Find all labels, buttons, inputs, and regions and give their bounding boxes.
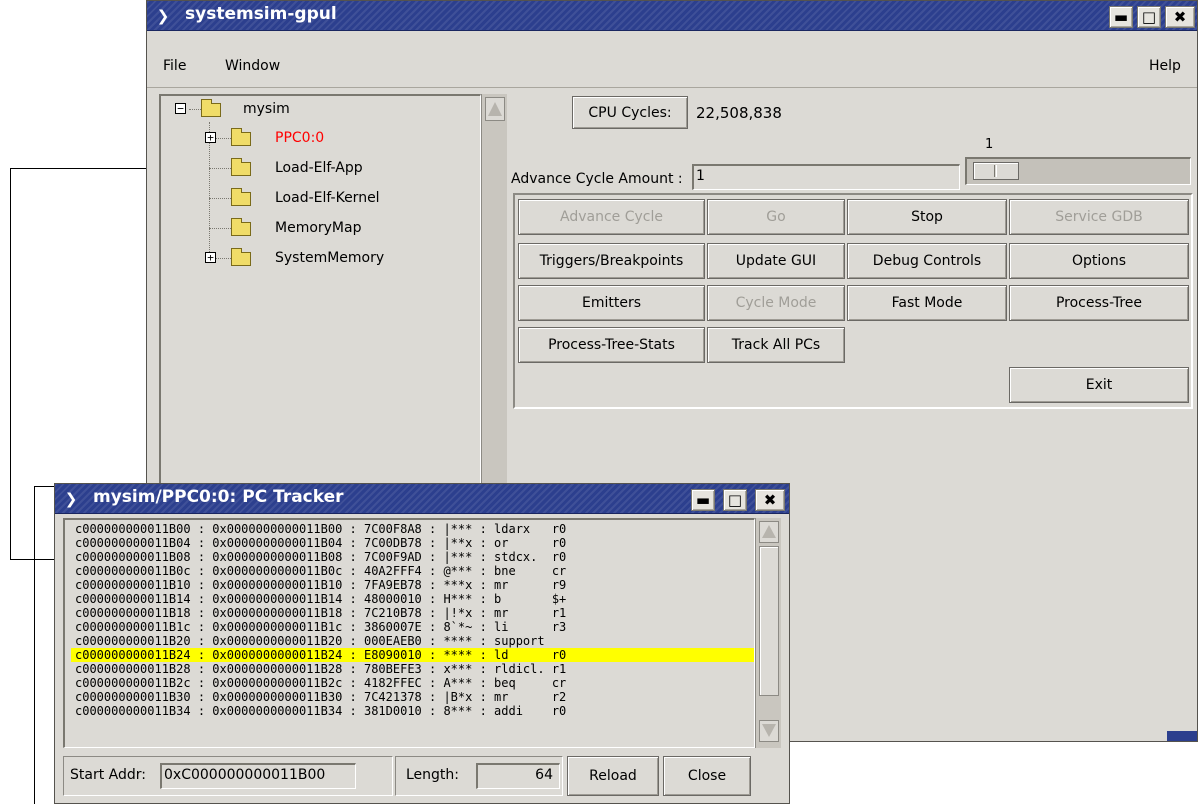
advance-cycle-button[interactable]: Advance Cycle (518, 199, 705, 235)
advance-amount-label: Advance Cycle Amount : (511, 171, 683, 187)
window-menu-icon[interactable]: ❯ (59, 487, 83, 511)
folder-icon (231, 248, 251, 266)
trace-row[interactable]: c000000000011B20 : 0x0000000000011B20 : … (71, 634, 754, 648)
trace-row[interactable]: c000000000011B08 : 0x0000000000011B08 : … (71, 550, 754, 564)
trace-row[interactable]: c000000000011B28 : 0x0000000000011B28 : … (71, 662, 754, 676)
slider-handle[interactable] (973, 162, 1019, 180)
go-button[interactable]: Go (707, 199, 845, 235)
cycle-mode-button[interactable]: Cycle Mode (707, 285, 845, 321)
tree-item-systemmemory[interactable]: SystemMemory (275, 250, 384, 266)
expand-icon[interactable]: + (205, 132, 216, 143)
folder-icon (231, 218, 251, 236)
main-window-edge (1167, 731, 1197, 741)
folder-icon (231, 188, 251, 206)
service-gdb-button[interactable]: Service GDB (1009, 199, 1189, 235)
tree-line-2 (209, 168, 231, 169)
maximize-icon[interactable]: □ (723, 489, 747, 511)
stop-button[interactable]: Stop (847, 199, 1007, 235)
tracker-titlebar[interactable]: ❯ mysim/PPC0:0: PC Tracker ▬ □ ✖ (55, 484, 789, 514)
close-button[interactable]: Close (663, 756, 751, 796)
cpu-cycles-button[interactable]: CPU Cycles: (572, 96, 688, 129)
trace-scrollbar[interactable] (755, 518, 781, 748)
connector-line-left (10, 168, 11, 560)
slider-value: 1 (985, 137, 994, 152)
exit-button[interactable]: Exit (1009, 367, 1189, 403)
start-addr-label: Start Addr: (70, 767, 146, 783)
folder-icon (201, 99, 221, 117)
bracket-line-h (34, 486, 54, 487)
main-window-title: systemsim-gpul (185, 4, 337, 24)
length-group: Length: 64 (395, 756, 563, 796)
tracker-window-title: mysim/PPC0:0: PC Tracker (93, 487, 344, 507)
process-tree-button[interactable]: Process-Tree (1009, 285, 1189, 321)
emitters-button[interactable]: Emitters (518, 285, 705, 321)
reload-button[interactable]: Reload (567, 756, 659, 796)
options-button[interactable]: Options (1009, 243, 1189, 279)
tree-item-ppc00[interactable]: PPC0:0 (275, 130, 324, 146)
cycle-slider[interactable] (965, 157, 1191, 185)
menu-window[interactable]: Window (225, 58, 280, 74)
trace-row[interactable]: c000000000011B34 : 0x0000000000011B34 : … (71, 704, 754, 718)
scroll-up-icon[interactable] (485, 97, 505, 121)
trace-row-highlighted[interactable]: c000000000011B24 : 0x0000000000011B24 : … (71, 648, 754, 662)
menu-file[interactable]: File (163, 58, 186, 74)
minimize-icon[interactable]: ▬ (691, 489, 715, 511)
connector-line-bottom (10, 559, 55, 560)
trace-row[interactable]: c000000000011B10 : 0x0000000000011B10 : … (71, 578, 754, 592)
tree-item-load-elf-kernel[interactable]: Load-Elf-Kernel (275, 190, 380, 206)
tree-line-3 (209, 198, 231, 199)
menu-help[interactable]: Help (1149, 58, 1181, 74)
trace-row[interactable]: c000000000011B2c : 0x0000000000011B2c : … (71, 676, 754, 690)
start-addr-field[interactable]: 0xC000000000011B00 (160, 763, 356, 789)
debug-controls-button[interactable]: Debug Controls (847, 243, 1007, 279)
tree-line-4 (209, 228, 231, 229)
maximize-icon[interactable]: □ (1137, 6, 1161, 28)
process-tree-stats-button[interactable]: Process-Tree-Stats (518, 327, 705, 363)
trace-row[interactable]: c000000000011B0c : 0x0000000000011B0c : … (71, 564, 754, 578)
trace-row[interactable]: c000000000011B18 : 0x0000000000011B18 : … (71, 606, 754, 620)
triggers-breakpoints-button[interactable]: Triggers/Breakpoints (518, 243, 705, 279)
bracket-line-v (34, 486, 35, 804)
length-label: Length: (406, 767, 460, 783)
tree-item-load-elf-app[interactable]: Load-Elf-App (275, 160, 363, 176)
fast-mode-button[interactable]: Fast Mode (847, 285, 1007, 321)
trace-row[interactable]: c000000000011B00 : 0x0000000000011B00 : … (71, 522, 754, 536)
update-gui-button[interactable]: Update GUI (707, 243, 845, 279)
expand-icon[interactable]: + (205, 252, 216, 263)
collapse-icon[interactable]: − (175, 103, 186, 114)
advance-amount-field[interactable]: 1 (692, 164, 960, 190)
start-addr-group: Start Addr: 0xC000000000011B00 (63, 756, 393, 796)
folder-icon (231, 158, 251, 176)
trace-list[interactable]: c000000000011B00 : 0x0000000000011B00 : … (63, 518, 755, 748)
window-menu-icon[interactable]: ❯ (151, 4, 175, 28)
folder-icon (231, 128, 251, 146)
scroll-up-icon[interactable] (759, 521, 779, 543)
cpu-cycles-value: 22,508,838 (696, 104, 782, 122)
tree-item-mysim[interactable]: mysim (243, 101, 290, 117)
scroll-down-icon[interactable] (759, 720, 779, 742)
trace-row[interactable]: c000000000011B04 : 0x0000000000011B04 : … (71, 536, 754, 550)
trace-row[interactable]: c000000000011B1c : 0x0000000000011B1c : … (71, 620, 754, 634)
trace-row[interactable]: c000000000011B14 : 0x0000000000011B14 : … (71, 592, 754, 606)
main-titlebar[interactable]: ❯ systemsim-gpul ▬ □ ✖ (147, 1, 1197, 31)
close-icon[interactable]: ✖ (1165, 6, 1195, 28)
track-all-pcs-button[interactable]: Track All PCs (707, 327, 845, 363)
tree-item-memorymap[interactable]: MemoryMap (275, 220, 361, 236)
pc-tracker-window: ❯ mysim/PPC0:0: PC Tracker ▬ □ ✖ c000000… (54, 483, 790, 804)
trace-row[interactable]: c000000000011B30 : 0x0000000000011B30 : … (71, 690, 754, 704)
length-field[interactable]: 64 (476, 763, 560, 789)
minimize-icon[interactable]: ▬ (1109, 6, 1133, 28)
scroll-thumb[interactable] (759, 546, 779, 696)
close-icon[interactable]: ✖ (755, 489, 785, 511)
menu-bar: File Window Help (147, 32, 1197, 88)
